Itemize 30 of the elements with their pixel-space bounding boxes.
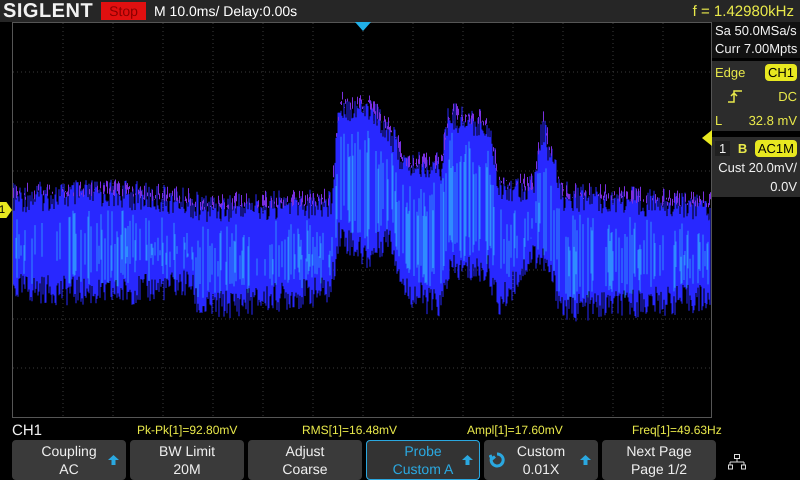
bandwidth-limit-indicator: B: [738, 140, 748, 156]
menu-channel-label: CH1: [11, 422, 44, 438]
trigger-source-badge: CH1: [764, 64, 797, 80]
channel-marker: 1: [0, 202, 12, 218]
rising-edge-icon: [727, 89, 743, 103]
softkey-button[interactable]: Custom 0.01X: [484, 440, 598, 480]
channel-coupling-badge: AC1M: [754, 140, 797, 156]
measurement-readout: Ampl[1]=17.60mV: [467, 423, 564, 437]
network-icon: [728, 454, 746, 470]
trigger-level-value: 32.8 mV: [748, 112, 797, 128]
trigger-coupling-label: DC: [778, 88, 797, 104]
trigger-level-marker: [702, 130, 712, 146]
softkey-button[interactable]: Next Page Page 1/2: [602, 440, 716, 480]
brand-logo: SIGLENT: [2, 0, 94, 22]
sample-rate-label: Sa 50.0MSa/s: [712, 22, 800, 40]
frequency-readout: f = 1.42980kHz: [692, 2, 795, 20]
measurement-readout: Freq[1]=49.63Hz: [632, 423, 722, 437]
memory-depth-label: Curr 7.00Mpts: [712, 40, 800, 58]
trigger-type-label: Edge: [715, 64, 746, 80]
softkey-button[interactable]: Probe Custom A: [366, 440, 480, 480]
timebase-label: M 10.0ms/ Delay:0.00s: [154, 3, 298, 19]
trigger-level-label: L: [715, 112, 722, 128]
measurement-readout: RMS[1]=16.48mV: [302, 423, 398, 437]
softkey-button[interactable]: Adjust Coarse: [248, 440, 362, 480]
softkey-button[interactable]: BW Limit 20M: [130, 440, 244, 480]
softkey-button[interactable]: Coupling AC: [12, 440, 126, 480]
vertical-scale-label: Cust 20.0mV/: [717, 159, 797, 176]
measurement-readout: Pk-Pk[1]=92.80mV: [137, 423, 238, 437]
vertical-offset-label: 0.0V: [769, 178, 797, 195]
channel-number: 1: [715, 140, 730, 156]
